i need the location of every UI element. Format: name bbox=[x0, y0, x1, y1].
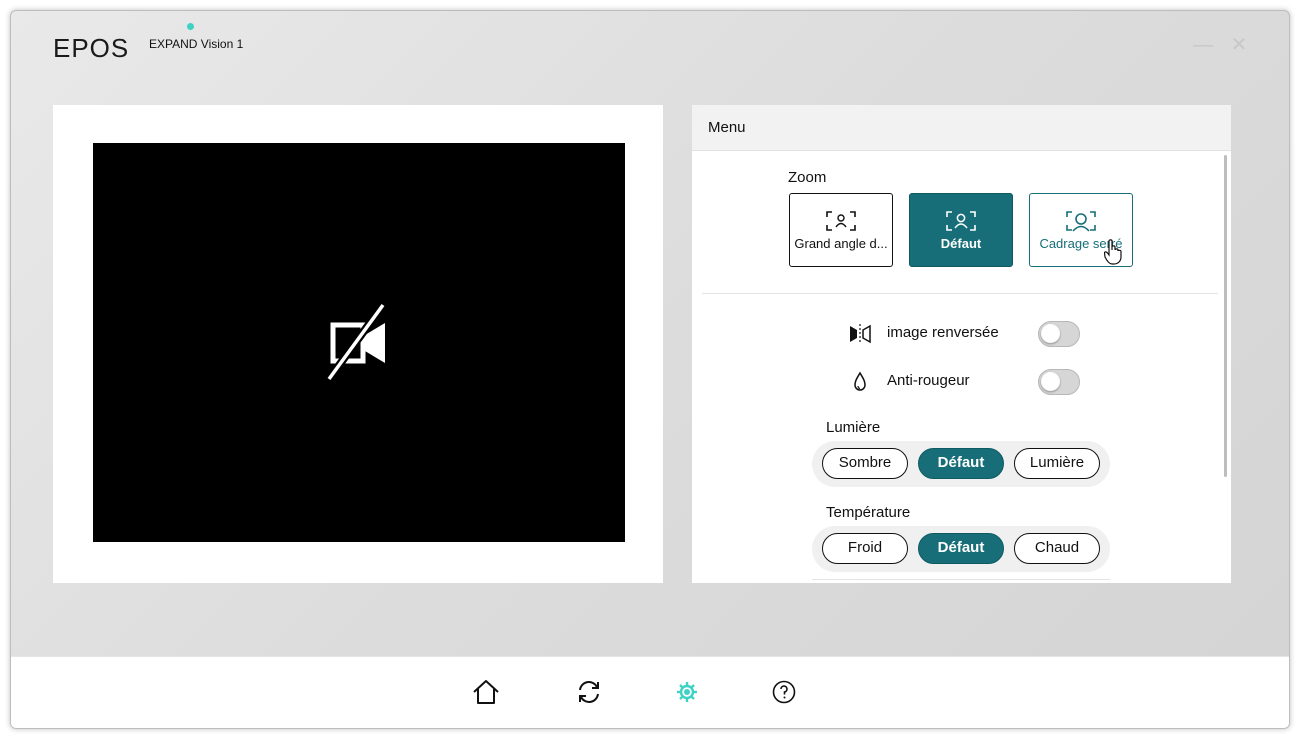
drop-icon bbox=[854, 371, 866, 391]
light-dark-button[interactable]: Sombre bbox=[822, 448, 908, 479]
light-bright-button[interactable]: Lumière bbox=[1014, 448, 1100, 479]
help-icon[interactable] bbox=[767, 675, 801, 709]
epos-logo: EPOS bbox=[53, 33, 130, 63]
device-status-dot bbox=[187, 23, 194, 30]
temperature-default-button[interactable]: Défaut bbox=[918, 533, 1004, 564]
anti-flicker-row: Anti-rougeur bbox=[842, 367, 1092, 397]
light-default-button[interactable]: Défaut bbox=[918, 448, 1004, 479]
menu-body: Zoom Grand angle d... Défaut Cadrage ser… bbox=[692, 151, 1231, 583]
default-frame-icon bbox=[946, 211, 976, 231]
camera-off-icon bbox=[327, 303, 387, 382]
anti-flicker-toggle[interactable] bbox=[1038, 369, 1080, 395]
zoom-default-button[interactable]: Défaut bbox=[909, 193, 1013, 267]
zoom-label: Zoom bbox=[788, 169, 827, 186]
menu-scrollbar[interactable] bbox=[1224, 155, 1227, 477]
mirror-label: image renversée bbox=[887, 324, 999, 341]
camera-preview bbox=[93, 143, 625, 542]
temperature-cold-button[interactable]: Froid bbox=[822, 533, 908, 564]
temperature-label: Température bbox=[826, 504, 911, 521]
tight-frame-icon bbox=[1066, 211, 1096, 232]
mirror-icon bbox=[850, 324, 871, 344]
camera-preview-panel bbox=[53, 105, 663, 583]
menu-divider bbox=[702, 293, 1218, 294]
home-icon[interactable] bbox=[469, 675, 503, 709]
light-selector: Sombre Défaut Lumière bbox=[812, 441, 1110, 487]
menu-panel: Menu Zoom Grand angle d... Défaut Cadrag… bbox=[692, 105, 1231, 583]
app-window: EPOS EXPAND Vision 1 — ✕ Menu Zoom Grand… bbox=[10, 10, 1290, 729]
wide-frame-icon bbox=[826, 211, 856, 231]
minimize-button[interactable]: — bbox=[1191, 33, 1215, 57]
light-label: Lumière bbox=[826, 419, 881, 436]
mirror-toggle[interactable] bbox=[1038, 321, 1080, 347]
menu-title: Menu bbox=[692, 105, 1231, 151]
zoom-wide-button[interactable]: Grand angle d... bbox=[789, 193, 893, 267]
settings-icon[interactable] bbox=[670, 675, 704, 709]
mouse-pointer-icon bbox=[1104, 239, 1122, 265]
anti-flicker-label: Anti-rougeur bbox=[887, 372, 970, 389]
temperature-warm-button[interactable]: Chaud bbox=[1014, 533, 1100, 564]
zoom-wide-label: Grand angle d... bbox=[794, 236, 888, 251]
menu-divider-bottom bbox=[812, 579, 1110, 580]
close-button[interactable]: ✕ bbox=[1227, 33, 1251, 57]
zoom-default-label: Défaut bbox=[940, 236, 982, 251]
mirror-row: image renversée bbox=[842, 319, 1092, 349]
temperature-selector: Froid Défaut Chaud bbox=[812, 526, 1110, 572]
device-name: EXPAND Vision 1 bbox=[149, 37, 244, 51]
sync-icon[interactable] bbox=[572, 675, 606, 709]
bottom-navigation bbox=[11, 656, 1289, 728]
